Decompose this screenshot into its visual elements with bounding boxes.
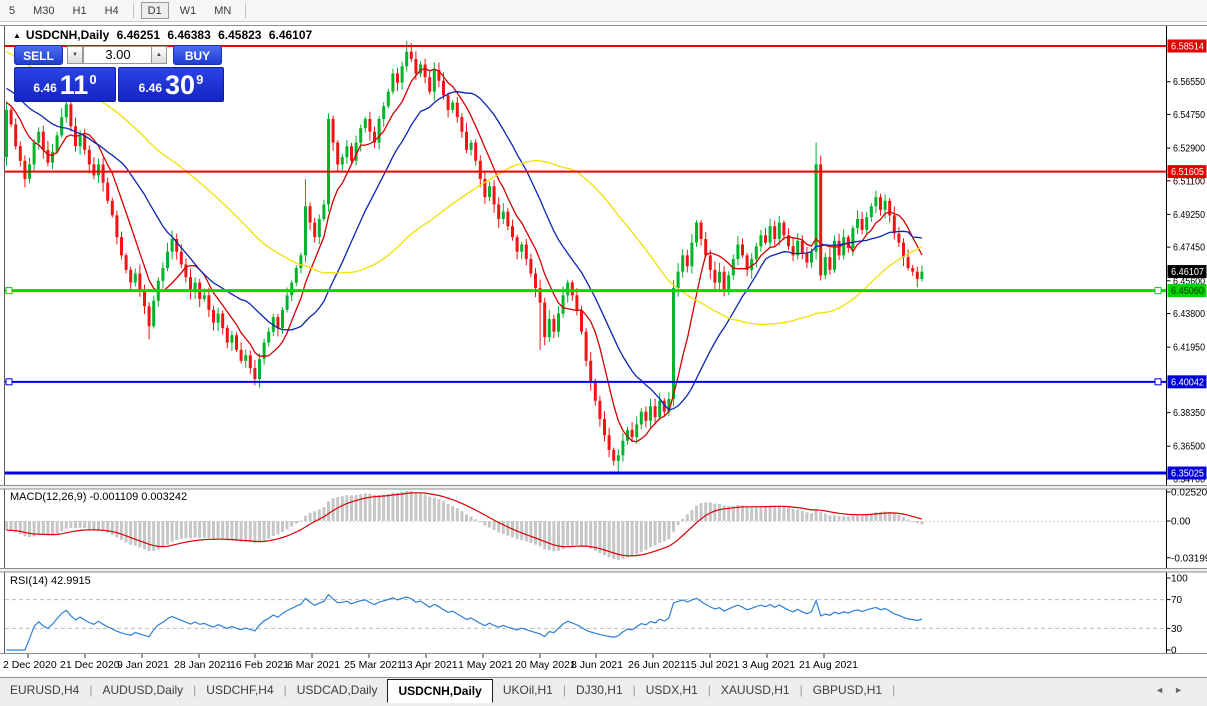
svg-text:6.52900: 6.52900: [1173, 144, 1205, 155]
svg-text:6.58514: 6.58514: [1171, 42, 1204, 53]
svg-text:13 Apr 2021: 13 Apr 2021: [401, 659, 458, 671]
svg-text:6.56550: 6.56550: [1173, 77, 1205, 88]
volume-increase-button[interactable]: ▲: [151, 46, 167, 64]
line-drag-handle[interactable]: [1155, 379, 1161, 385]
price-axis[interactable]: 6.565506.547506.529006.511006.492506.474…: [1167, 40, 1207, 486]
horizontal-level-lines[interactable]: [5, 46, 1167, 473]
collapse-icon[interactable]: ▲: [13, 31, 21, 40]
svg-text:21 Dec 2020: 21 Dec 2020: [60, 659, 120, 671]
tab-usdx-h1[interactable]: USDX,H1: [636, 680, 708, 701]
tab-scroll-arrows[interactable]: ◄►: [1155, 680, 1193, 695]
buy-price-base: 6.46: [139, 81, 162, 95]
tab-audusd-daily[interactable]: AUDUSD,Daily: [92, 680, 193, 701]
svg-text:6.40042: 6.40042: [1171, 377, 1204, 388]
svg-text:6.51605: 6.51605: [1171, 167, 1204, 178]
svg-text:15 Jul 2021: 15 Jul 2021: [685, 659, 739, 671]
ohlc-low: 6.45823: [218, 28, 261, 42]
sell-price-box[interactable]: 6.46 110: [14, 67, 116, 102]
svg-text:-0.031994: -0.031994: [1171, 553, 1207, 564]
svg-text:0: 0: [1171, 646, 1177, 657]
line-drag-handle[interactable]: [6, 288, 12, 294]
candlestick-series: [5, 41, 923, 473]
chart-canvas[interactable]: 6.565506.547506.529006.511006.492506.474…: [0, 0, 1207, 706]
line-drag-handle[interactable]: [1155, 288, 1161, 294]
caret-down-icon: ▼: [72, 52, 78, 58]
svg-text:30: 30: [1171, 624, 1183, 635]
svg-text:20 May 2021: 20 May 2021: [515, 659, 576, 671]
tab-xauusd-h1[interactable]: XAUUSD,H1: [711, 680, 800, 701]
svg-text:6.43800: 6.43800: [1173, 309, 1205, 320]
tab-usdcad-daily[interactable]: USDCAD,Daily: [287, 680, 388, 701]
moving-average-8: [7, 69, 922, 442]
svg-text:26 Jun 2021: 26 Jun 2021: [628, 659, 686, 671]
svg-text:3 Aug 2021: 3 Aug 2021: [742, 659, 795, 671]
svg-text:6.54750: 6.54750: [1173, 110, 1205, 121]
svg-text:6.38350: 6.38350: [1173, 408, 1205, 419]
svg-text:25 Mar 2021: 25 Mar 2021: [344, 659, 403, 671]
tab-eurusd-h4[interactable]: EURUSD,H4: [0, 680, 89, 701]
buy-price-pipette: 9: [196, 72, 203, 87]
symbol-tab-bar: EURUSD,H4|AUDUSD,Daily|USDCHF,H4|USDCAD,…: [0, 677, 1207, 706]
macd-axis: 0.025209 0.00 -0.031994: [1167, 488, 1207, 565]
svg-text:8 Jun 2021: 8 Jun 2021: [571, 659, 623, 671]
svg-text:6.36500: 6.36500: [1173, 442, 1205, 453]
svg-text:6.45060: 6.45060: [1171, 286, 1204, 297]
volume-input[interactable]: 3.00: [83, 46, 153, 64]
svg-text:9 Jan 2021: 9 Jan 2021: [117, 659, 169, 671]
buy-price-pips: 30: [165, 72, 195, 99]
rsi-line: [7, 595, 922, 650]
svg-text:6.46107: 6.46107: [1171, 267, 1204, 278]
svg-text:100: 100: [1171, 574, 1188, 585]
svg-text:2 Dec 2020: 2 Dec 2020: [3, 659, 57, 671]
panel-frame: [0, 26, 1207, 654]
volume-decrease-button[interactable]: ▼: [67, 46, 83, 64]
date-axis[interactable]: 2 Dec 202021 Dec 20209 Jan 2021 28 Jan 20…: [3, 654, 858, 671]
ohlc-open: 6.46251: [117, 28, 160, 42]
svg-text:0.00: 0.00: [1171, 517, 1191, 528]
tab-dj30-h1[interactable]: DJ30,H1: [566, 680, 633, 701]
rsi-indicator-label: RSI(14) 42.9915: [10, 575, 91, 587]
caret-up-icon: ▲: [156, 52, 162, 58]
buy-price-box[interactable]: 6.46309: [118, 67, 224, 102]
symbol-title: USDCNH,Daily: [26, 28, 109, 42]
macd-indicator-label: MACD(12,26,9) -0.001109 0.003242: [10, 491, 187, 503]
ohlc-close: 6.46107: [269, 28, 312, 42]
svg-text:6.35025: 6.35025: [1171, 469, 1204, 480]
ohlc-high: 6.46383: [167, 28, 210, 42]
tab-ukoil-h1[interactable]: UKOil,H1: [493, 680, 563, 701]
sell-price-base: 6.46: [33, 81, 56, 95]
rsi-axis: 100 70 30 0: [1167, 574, 1189, 657]
sell-price-pipette: 0: [89, 72, 96, 87]
sell-button[interactable]: SELL: [14, 45, 63, 65]
tab-usdchf-h4[interactable]: USDCHF,H4: [196, 680, 283, 701]
svg-text:21 Aug 2021: 21 Aug 2021: [799, 659, 858, 671]
svg-text:1 May 2021: 1 May 2021: [458, 659, 513, 671]
buy-button[interactable]: BUY: [173, 45, 222, 65]
tab-separator: |: [892, 680, 895, 697]
svg-text:6 Mar 2021: 6 Mar 2021: [287, 659, 340, 671]
tab-gbpusd-h1[interactable]: GBPUSD,H1: [803, 680, 892, 701]
svg-text:6.41950: 6.41950: [1173, 343, 1205, 354]
trading-terminal-window: 5M30H1H4D1W1MN 6.565506.547506.529006.51…: [0, 0, 1207, 706]
rsi-level-lines: [5, 600, 1167, 629]
line-drag-handle[interactable]: [6, 379, 12, 385]
svg-text:0.025209: 0.025209: [1171, 488, 1207, 499]
sell-price-pips: 11: [60, 72, 89, 99]
svg-text:28 Jan 2021: 28 Jan 2021: [174, 659, 232, 671]
chart-ohlc-header: ▲ USDCNH,Daily 6.46251 6.46383 6.45823 6.…: [13, 28, 316, 42]
svg-text:16 Feb 2021: 16 Feb 2021: [230, 659, 289, 671]
svg-text:6.47450: 6.47450: [1173, 243, 1205, 254]
svg-text:70: 70: [1171, 595, 1183, 606]
tab-usdcnh-daily[interactable]: USDCNH,Daily: [387, 679, 492, 703]
svg-text:6.49250: 6.49250: [1173, 210, 1205, 221]
